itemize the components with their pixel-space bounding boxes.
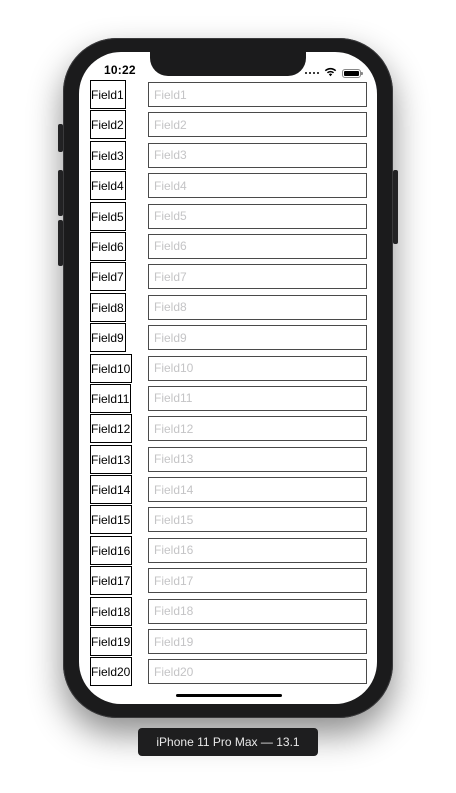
text-field[interactable] xyxy=(148,507,367,533)
field-label: Field5 xyxy=(90,201,126,231)
form-row: Field15 xyxy=(90,505,370,535)
form-row: Field19 xyxy=(90,627,370,657)
field-label: Field6 xyxy=(90,231,126,261)
field-label: Field7 xyxy=(90,262,126,292)
form-row: Field9 xyxy=(90,323,370,353)
field-label: Field14 xyxy=(90,475,133,505)
text-field[interactable] xyxy=(148,568,367,594)
text-field[interactable] xyxy=(148,385,367,411)
field-label: Field18 xyxy=(90,596,133,626)
text-field[interactable] xyxy=(148,142,367,168)
field-label: Field17 xyxy=(90,566,133,596)
form-row: Field1 xyxy=(90,80,370,110)
text-field[interactable] xyxy=(148,355,367,381)
device-caption: iPhone 11 Pro Max — 13.1 xyxy=(138,728,318,756)
text-field[interactable] xyxy=(148,233,367,259)
field-label: Field1 xyxy=(90,80,126,109)
field-label: Field8 xyxy=(90,292,126,322)
field-label: Field20 xyxy=(90,657,133,687)
simulator-stage: 10:22 Field1Field2Field3Field4Field5Fiel… xyxy=(0,0,456,793)
form-row: Field20 xyxy=(90,657,370,687)
form-row: Field6 xyxy=(90,231,370,262)
text-field[interactable] xyxy=(148,203,367,229)
field-label: Field11 xyxy=(90,383,132,413)
form-row: Field16 xyxy=(90,535,370,566)
field-label: Field19 xyxy=(90,627,133,657)
form-row: Field8 xyxy=(90,292,370,323)
form-row: Field12 xyxy=(90,414,370,444)
battery-icon xyxy=(342,68,363,78)
form-row: Field17 xyxy=(90,566,370,596)
text-field[interactable] xyxy=(148,264,367,290)
text-field[interactable] xyxy=(148,446,367,472)
form-row: Field11 xyxy=(90,383,370,414)
field-label: Field3 xyxy=(90,140,126,170)
field-label: Field16 xyxy=(90,535,133,565)
form-fields-list: Field1Field2Field3Field4Field5Field6Fiel… xyxy=(90,80,370,688)
form-row: Field10 xyxy=(90,353,370,384)
text-field[interactable] xyxy=(148,112,367,138)
form-row: Field3 xyxy=(90,140,370,171)
field-label: Field13 xyxy=(90,444,133,474)
field-label: Field9 xyxy=(90,323,126,353)
status-time: 10:22 xyxy=(104,63,136,77)
form-row: Field4 xyxy=(90,171,370,201)
text-field[interactable] xyxy=(148,325,367,351)
text-field[interactable] xyxy=(148,416,367,442)
field-label: Field2 xyxy=(90,110,126,140)
form-row: Field13 xyxy=(90,444,370,475)
text-field[interactable] xyxy=(148,82,367,107)
field-label: Field15 xyxy=(90,505,133,535)
field-label: Field4 xyxy=(90,171,126,201)
field-label: Field10 xyxy=(90,353,133,383)
form-row: Field2 xyxy=(90,110,370,140)
text-field[interactable] xyxy=(148,173,367,199)
form-row: Field14 xyxy=(90,475,370,505)
text-field[interactable] xyxy=(148,629,367,655)
form-row: Field18 xyxy=(90,596,370,627)
text-field[interactable] xyxy=(148,294,367,320)
device-screen: 10:22 Field1Field2Field3Field4Field5Fiel… xyxy=(79,52,377,704)
form-row: Field7 xyxy=(90,262,370,292)
form-row: Field5 xyxy=(90,201,370,232)
text-field[interactable] xyxy=(148,537,367,563)
notch xyxy=(150,52,306,76)
power-button xyxy=(393,170,398,244)
text-field[interactable] xyxy=(148,477,367,503)
text-field[interactable] xyxy=(148,598,367,624)
home-indicator[interactable] xyxy=(176,694,282,697)
signal-icon xyxy=(305,72,319,74)
field-label: Field12 xyxy=(90,414,133,444)
text-field[interactable] xyxy=(148,659,367,685)
